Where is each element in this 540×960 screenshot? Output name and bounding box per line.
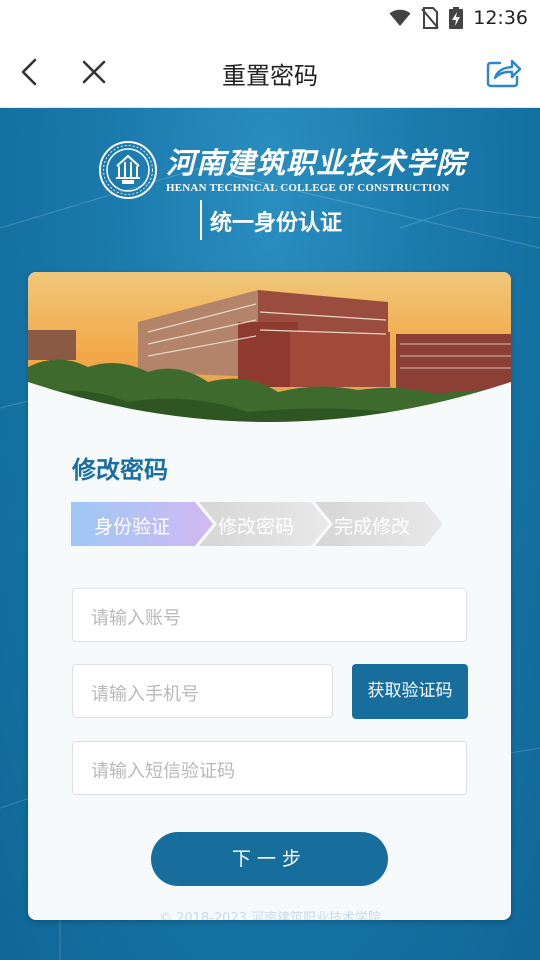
school-name-cn: 河南建筑职业技术学院 xyxy=(166,146,467,180)
no-sim-icon xyxy=(421,7,439,29)
nav-bar: 重置密码 xyxy=(0,36,540,108)
phone-input[interactable]: 请输入手机号 xyxy=(72,664,333,718)
step-complete-label: 完成修改 xyxy=(334,516,411,538)
next-step-button[interactable]: 下一步 xyxy=(151,832,388,886)
share-icon[interactable] xyxy=(486,56,522,88)
step-identity-label: 身份验证 xyxy=(94,516,171,538)
get-code-button[interactable]: 获取验证码 xyxy=(352,664,468,719)
system-subtitle: 统一身份认证 xyxy=(210,211,343,236)
header-divider xyxy=(200,200,202,240)
reset-password-card: 修改密码 身份验证 修改密码 完成修改 请输入账号 请输入手机号 获取验证码 请… xyxy=(28,272,511,920)
campus-photo xyxy=(28,272,511,437)
school-name-en: HENAN TECHNICAL COLLEGE OF CONSTRUCTION xyxy=(166,182,450,194)
footer-copyright: © 2018-2023 河南建筑职业技术学院 xyxy=(158,911,382,920)
school-emblem-logo xyxy=(99,141,157,199)
form-heading: 修改密码 xyxy=(72,456,168,484)
battery-charging-icon xyxy=(449,7,464,29)
wifi-icon xyxy=(389,9,411,26)
status-time: 12:36 xyxy=(473,7,528,29)
page-title: 重置密码 xyxy=(222,62,318,90)
status-bar: 12:36 xyxy=(0,0,540,36)
step-change-password-label: 修改密码 xyxy=(218,516,295,538)
sms-code-input[interactable]: 请输入短信验证码 xyxy=(72,741,467,795)
step-indicator: 身份验证 修改密码 完成修改 xyxy=(71,502,443,546)
account-input[interactable]: 请输入账号 xyxy=(72,588,467,642)
